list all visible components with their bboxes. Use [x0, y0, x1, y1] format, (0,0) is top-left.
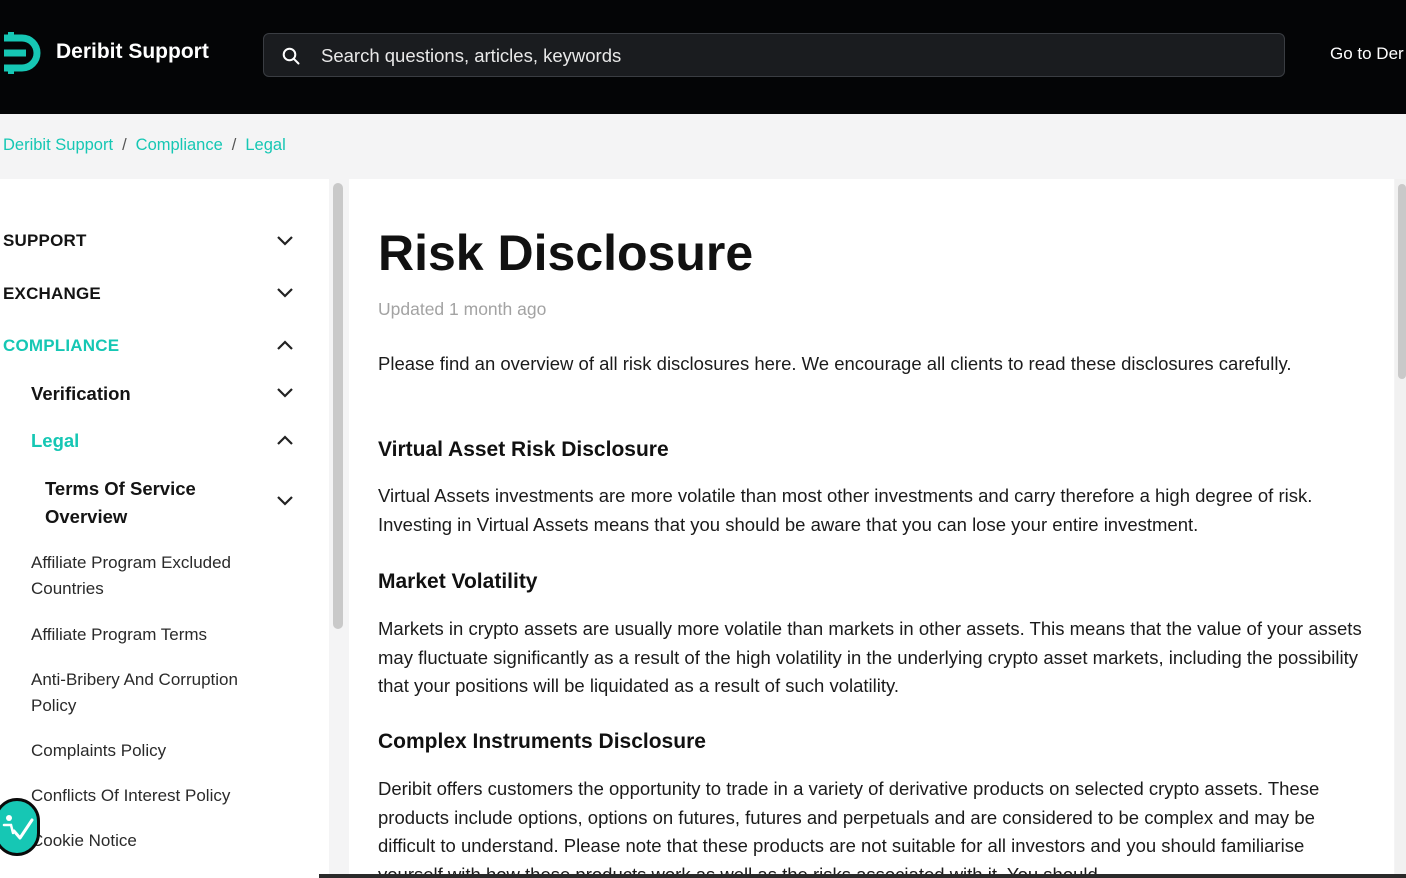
breadcrumb-compliance[interactable]: Compliance: [136, 136, 223, 154]
chevron-down-icon[interactable]: [276, 495, 294, 507]
sidebar-article-link[interactable]: Affiliate Program Terms: [31, 622, 281, 648]
deribit-logo-icon[interactable]: [0, 32, 44, 74]
go-to-deribit-link[interactable]: Go to Der: [1330, 44, 1404, 64]
breadcrumb: Deribit Support / Compliance / Legal: [3, 136, 286, 155]
sidebar-article-link[interactable]: Conflicts Of Interest Policy: [31, 783, 281, 809]
brand-title[interactable]: Deribit Support: [56, 40, 209, 64]
section-paragraph: Virtual Assets investments are more vola…: [378, 485, 1313, 535]
section-heading: Market Volatility: [378, 570, 538, 593]
bottom-border: [319, 874, 1406, 878]
section-paragraph: Deribit offers customers the opportunity…: [378, 778, 1320, 878]
section-paragraph: Markets in crypto assets are usually mor…: [378, 618, 1362, 696]
sidebar-article-link[interactable]: Complaints Policy: [31, 738, 281, 764]
breadcrumb-deribit-support[interactable]: Deribit Support: [3, 136, 113, 154]
section-heading: Complex Instruments Disclosure: [378, 730, 706, 753]
article-panel: Risk Disclosure Updated 1 month ago Plea…: [349, 179, 1394, 878]
accessibility-widget-button[interactable]: [0, 798, 40, 856]
page-title: Risk Disclosure: [378, 225, 754, 281]
sidebar-item-support[interactable]: SUPPORT: [3, 231, 87, 251]
sidebar-item-exchange[interactable]: EXCHANGE: [3, 284, 101, 304]
sidebar-item-compliance[interactable]: COMPLIANCE: [3, 336, 119, 356]
chevron-down-icon[interactable]: [276, 387, 294, 399]
section-heading: Virtual Asset Risk Disclosure: [378, 438, 669, 461]
sidebar-item-verification[interactable]: Verification: [31, 383, 131, 405]
accessibility-check-icon: [2, 815, 34, 840]
search-icon: [281, 46, 301, 66]
sidebar-item-terms-of-service-overview[interactable]: Terms Of Service Overview: [45, 475, 265, 531]
sidebar-item-legal[interactable]: Legal: [31, 430, 79, 452]
chevron-up-icon[interactable]: [276, 339, 294, 351]
sidebar-article-link[interactable]: Anti-Bribery And Corruption Policy: [31, 667, 281, 719]
breadcrumb-separator: /: [122, 136, 127, 154]
breadcrumb-legal[interactable]: Legal: [245, 136, 285, 154]
sidebar-article-link[interactable]: Cookie Notice: [31, 828, 281, 854]
sidebar-scrollbar[interactable]: [333, 183, 343, 629]
sidebar-nav: SUPPORT EXCHANGE COMPLIANCE Verification…: [0, 179, 329, 878]
search-input[interactable]: Search questions, articles, keywords: [263, 33, 1285, 77]
intro-paragraph: Please find an overview of all risk disc…: [378, 353, 1292, 374]
search-placeholder: Search questions, articles, keywords: [321, 45, 622, 66]
article-scrollbar[interactable]: [1398, 184, 1406, 379]
chevron-down-icon[interactable]: [276, 287, 294, 299]
updated-timestamp: Updated 1 month ago: [378, 299, 547, 319]
breadcrumb-separator: /: [231, 136, 237, 154]
top-navbar: Deribit Support Search questions, articl…: [0, 0, 1406, 114]
chevron-up-icon[interactable]: [276, 434, 294, 446]
chevron-down-icon[interactable]: [276, 235, 294, 247]
sidebar-article-link[interactable]: Affiliate Program Excluded Countries: [31, 550, 281, 602]
